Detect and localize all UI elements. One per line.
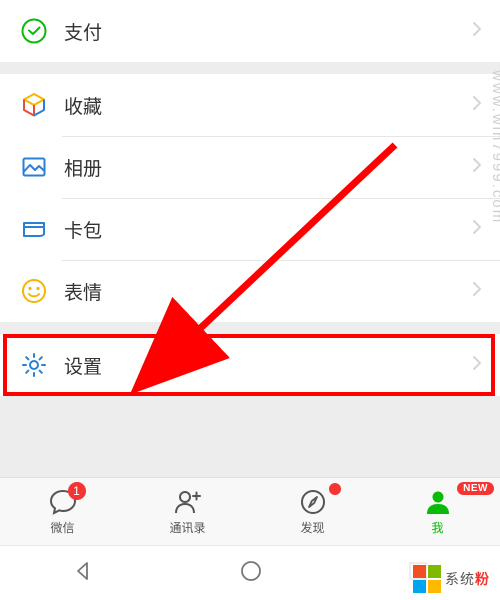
row-pay[interactable]: 支付 xyxy=(0,0,500,62)
nav-home-icon[interactable] xyxy=(238,558,264,589)
tab-me-label: 我 xyxy=(431,519,443,536)
row-cards[interactable]: 卡包 xyxy=(0,198,500,260)
row-settings-label: 设置 xyxy=(64,352,456,379)
tab-chats[interactable]: 1 微信 xyxy=(0,478,125,545)
card-icon xyxy=(20,215,48,243)
me-icon xyxy=(423,487,453,517)
tab-discover-label: 发现 xyxy=(300,519,324,536)
tabbar: 1 微信 通讯录 发现 NEW 我 xyxy=(0,477,500,545)
row-album-label: 相册 xyxy=(64,154,456,181)
section-divider xyxy=(0,62,500,74)
compass-icon xyxy=(298,487,328,517)
row-stickers-label: 表情 xyxy=(64,278,456,305)
tab-me-new-badge: NEW xyxy=(457,482,494,495)
cube-icon xyxy=(20,91,48,119)
tab-contacts[interactable]: 通讯录 xyxy=(125,478,250,545)
chevron-right-icon xyxy=(472,95,482,116)
photo-icon xyxy=(20,153,48,181)
row-album[interactable]: 相册 xyxy=(0,136,500,198)
tab-me[interactable]: NEW 我 xyxy=(375,478,500,545)
logo-tiles-icon xyxy=(413,565,441,593)
row-settings[interactable]: 设置 xyxy=(0,334,500,396)
chevron-right-icon xyxy=(472,219,482,240)
chevron-right-icon xyxy=(472,157,482,178)
tab-contacts-label: 通讯录 xyxy=(169,519,205,536)
nav-back-icon[interactable] xyxy=(71,559,95,588)
chevron-right-icon xyxy=(472,281,482,302)
chevron-right-icon xyxy=(472,21,482,42)
row-favorites[interactable]: 收藏 xyxy=(0,74,500,136)
row-pay-label: 支付 xyxy=(64,18,456,45)
tab-chats-label: 微信 xyxy=(50,519,74,536)
watermark-brand: 系统粉 xyxy=(409,562,494,596)
tab-discover[interactable]: 发现 xyxy=(250,478,375,545)
watermark-brand-text: 系统粉 xyxy=(445,569,490,589)
row-cards-label: 卡包 xyxy=(64,216,456,243)
tab-discover-dot xyxy=(329,483,341,495)
gear-icon xyxy=(20,351,48,379)
contacts-icon xyxy=(173,487,203,517)
section-divider xyxy=(0,396,500,417)
watermark-url: www.win7999.com xyxy=(489,70,500,224)
row-favorites-label: 收藏 xyxy=(64,92,456,119)
section-divider xyxy=(0,322,500,334)
chevron-right-icon xyxy=(472,355,482,376)
row-stickers[interactable]: 表情 xyxy=(0,260,500,322)
tab-chats-badge: 1 xyxy=(68,482,86,500)
smile-icon xyxy=(20,277,48,305)
pay-icon xyxy=(20,17,48,45)
